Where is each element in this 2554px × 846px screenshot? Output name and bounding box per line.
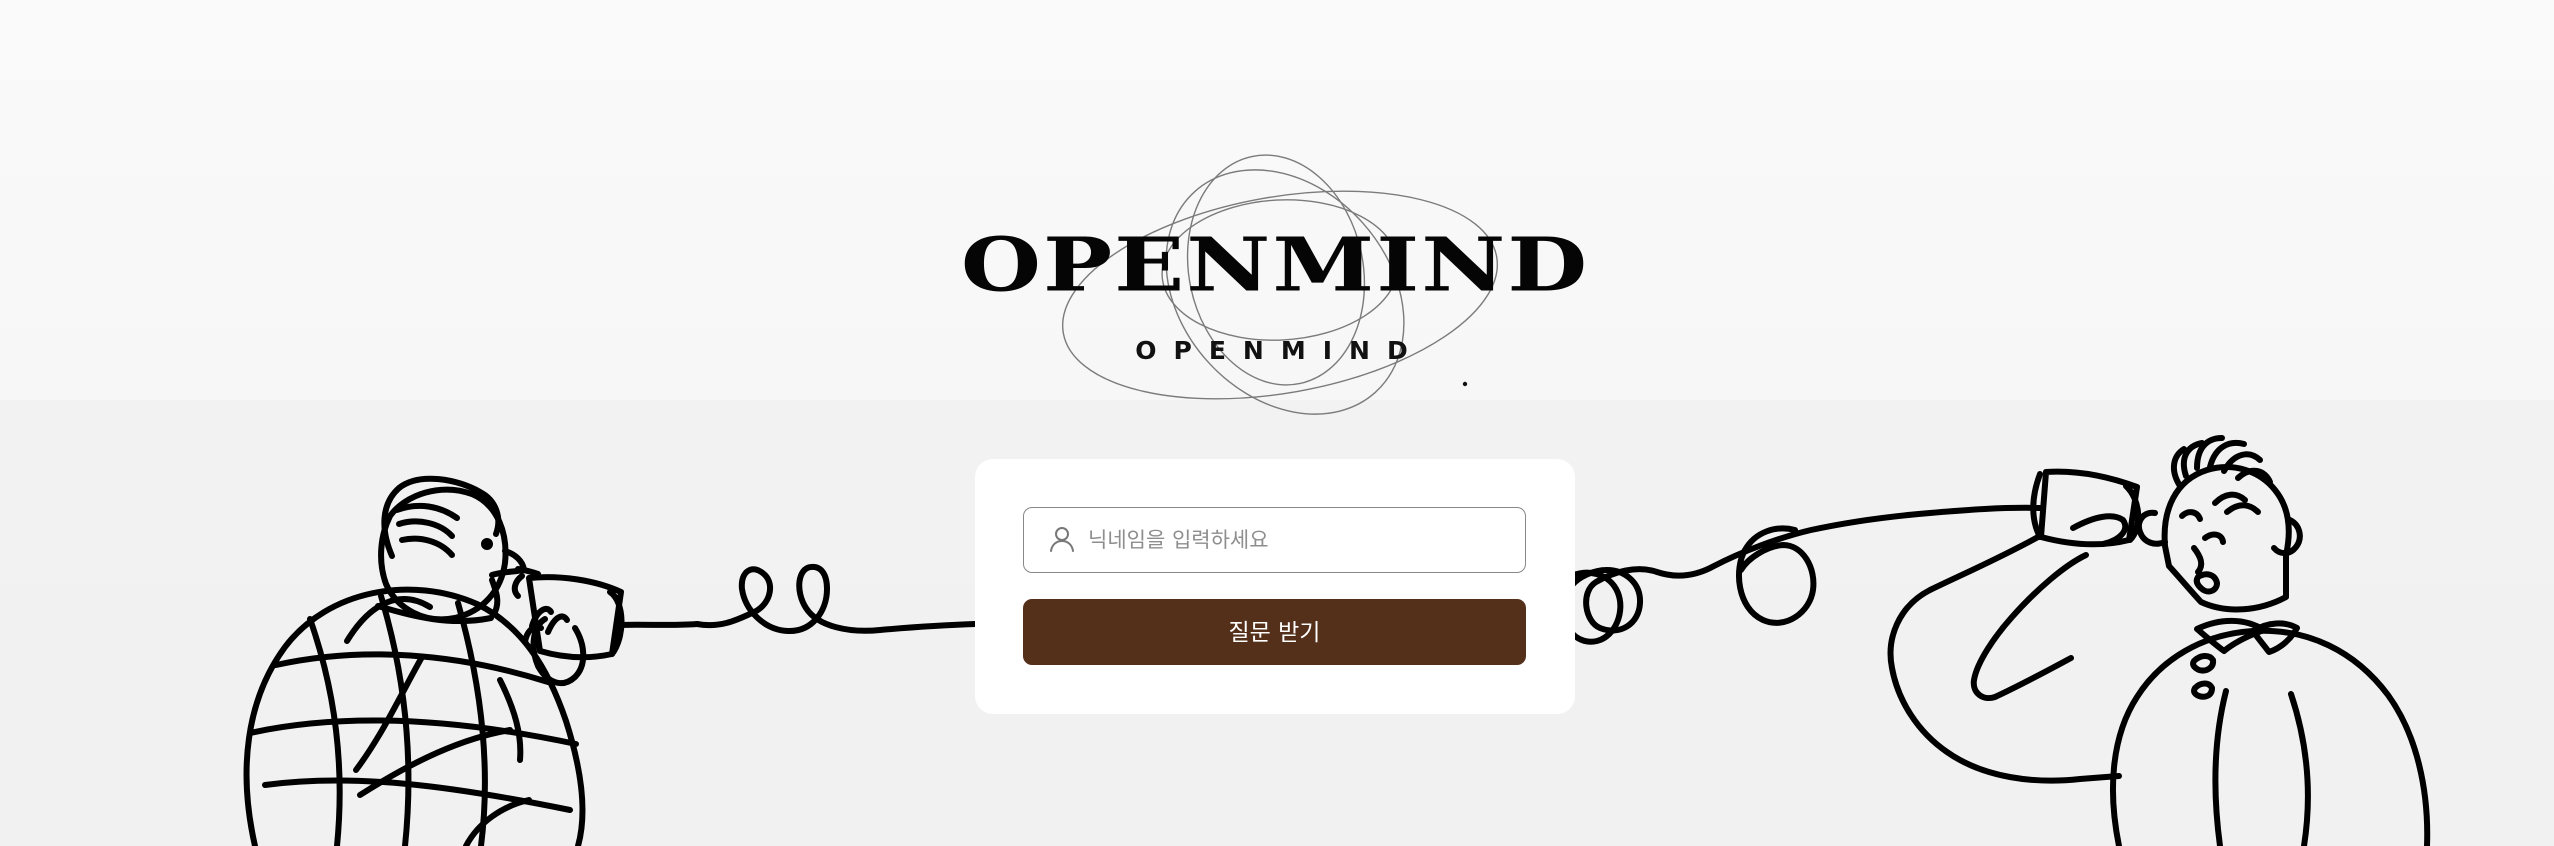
logo-subtitle: OPENMIND	[1135, 336, 1425, 365]
right-person-illustration	[1562, 435, 2431, 846]
person-icon	[1047, 525, 1077, 555]
nickname-input-container[interactable]	[1023, 507, 1526, 573]
logo-title: OPENMIND	[960, 221, 1590, 308]
receive-questions-button[interactable]: 질문 받기	[1023, 599, 1526, 665]
openmind-logo: OPENMIND OPENMIND	[930, 150, 1630, 440]
question-entry-card: 질문 받기	[975, 459, 1575, 714]
nickname-input[interactable]	[1088, 528, 1508, 552]
landing-page: OPENMIND OPENMIND 질문 받기	[0, 0, 2554, 846]
left-person-illustration	[243, 475, 978, 846]
